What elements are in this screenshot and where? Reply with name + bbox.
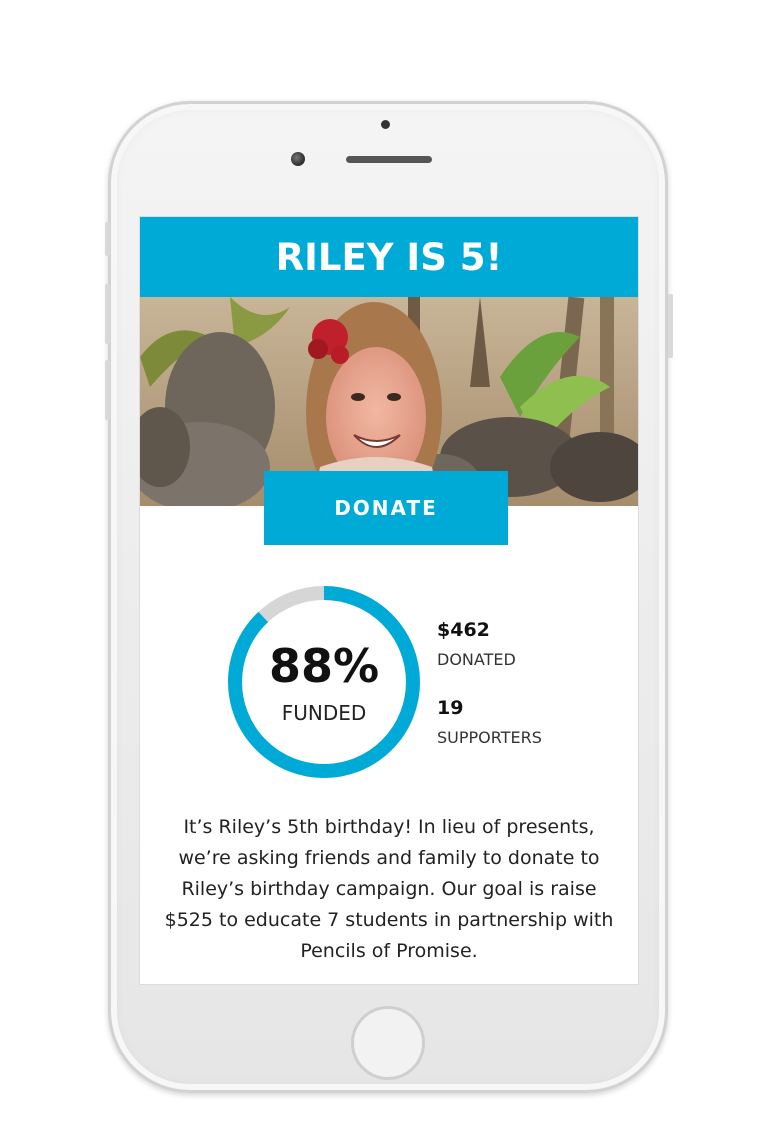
progress-text: 88% FUNDED: [225, 583, 423, 781]
phone-screen: RILEY IS 5! DONATE 88% FUNDED $462 DONAT…: [139, 216, 639, 985]
home-button-icon[interactable]: [351, 1006, 425, 1080]
sensor-icon: [381, 120, 390, 129]
donate-button[interactable]: DONATE: [264, 471, 508, 545]
donated-amount: $462: [437, 619, 490, 641]
volume-down-button: [105, 360, 110, 420]
campaign-description: It’s Riley’s 5th birthday! In lieu of pr…: [164, 816, 614, 962]
supporters-count: 19: [437, 697, 464, 719]
donate-button-label: DONATE: [334, 496, 438, 520]
page: RILEY IS 5! DONATE 88% FUNDED $462 DONAT…: [0, 0, 768, 1129]
power-button: [668, 294, 673, 358]
front-camera-icon: [291, 152, 305, 166]
campaign-stats: $462 DONATED 19 SUPPORTERS: [437, 619, 627, 747]
campaign-title: RILEY IS 5!: [275, 235, 503, 279]
phone-frame: RILEY IS 5! DONATE 88% FUNDED $462 DONAT…: [105, 101, 673, 1093]
funded-percent: 88%: [268, 639, 380, 693]
donated-label: DONATED: [437, 650, 516, 669]
supporters-label: SUPPORTERS: [437, 728, 542, 747]
volume-up-button: [105, 284, 110, 344]
mute-switch: [105, 222, 110, 256]
funding-progress-ring: 88% FUNDED: [225, 583, 423, 781]
funded-label: FUNDED: [281, 701, 367, 725]
speaker-icon: [346, 156, 432, 163]
title-bar: RILEY IS 5!: [140, 217, 638, 297]
